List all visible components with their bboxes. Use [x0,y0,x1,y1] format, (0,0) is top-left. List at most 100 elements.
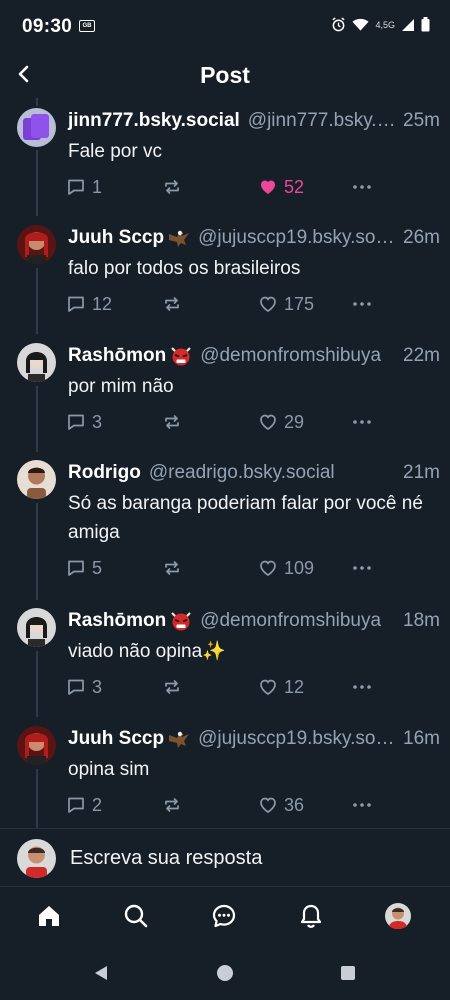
reply-count: 3 [92,411,103,432]
display-name[interactable]: Rashōmon [68,345,166,367]
handle[interactable]: @readrigo.bsky.social [149,462,397,484]
display-name[interactable]: Rashōmon [68,610,166,632]
post-time: 22m [403,345,440,366]
post-time: 25m [403,110,440,131]
avatar[interactable] [17,460,56,499]
avatar[interactable] [17,608,56,647]
more-options-button[interactable] [352,174,372,200]
more-options-button[interactable] [352,555,372,581]
repost-button[interactable] [162,409,182,435]
nav-notifications[interactable] [296,901,326,931]
like-count: 12 [284,676,305,697]
like-button[interactable]: 109 [258,555,314,581]
thread: jinn777.bsky.social @jinn777.bsky.social… [0,98,450,828]
gb-icon: GB [79,20,95,32]
post-text: falo por todos os brasileiros [68,258,301,279]
status-bar: 09:30 GB 4,5G [0,0,450,52]
thread-line [36,651,38,717]
back-nav-icon[interactable] [92,964,110,982]
reply-button[interactable]: 1 [66,174,102,200]
repost-button[interactable] [162,674,182,700]
profile-avatar [385,903,411,929]
repost-button[interactable] [162,291,182,317]
reply-button[interactable]: 12 [66,291,112,317]
heart-icon [260,797,276,813]
more-icon [353,185,371,189]
battery-icon [421,17,430,32]
reply-button[interactable]: 2 [66,792,102,818]
repost-icon [165,561,179,575]
display-name[interactable]: Juuh Sccp [68,227,164,249]
reply-input[interactable]: Escreva sua resposta [70,847,262,870]
reply-icon [68,679,84,695]
handle[interactable]: @demonfromshibuya [200,345,397,367]
nav-home[interactable] [34,901,64,931]
thread-line [36,503,38,600]
reply-button[interactable]: 3 [66,409,102,435]
notifications-icon [300,904,322,928]
thread-line [36,150,38,216]
status-time: 09:30 [22,16,73,37]
display-name[interactable]: Juuh Sccp [68,728,164,750]
nav-profile[interactable] [383,901,413,931]
avatar[interactable] [17,343,56,382]
reply-button[interactable]: 5 [66,555,102,581]
eagle-emoji [168,729,190,749]
avatar[interactable] [17,225,56,264]
like-button[interactable]: 29 [258,409,304,435]
post-actions: 3 29 [66,409,396,435]
repost-icon [165,297,179,311]
like-count: 52 [284,176,305,197]
post-actions: 3 12 [66,674,396,700]
post-time: 16m [403,728,440,749]
like-button[interactable]: 175 [258,291,314,317]
more-options-button[interactable] [352,291,372,317]
like-count: 175 [284,293,315,314]
repost-button[interactable] [162,174,182,200]
nav-chat[interactable] [209,901,239,931]
like-button[interactable]: 52 [258,174,304,200]
more-options-button[interactable] [352,674,372,700]
reply-count: 12 [92,293,113,314]
thread-line [36,769,38,828]
post-text: Fale por vc [68,141,162,162]
like-button[interactable]: 36 [258,792,304,818]
reply-icon [68,296,84,312]
search-icon [124,904,148,928]
avatar[interactable] [17,726,56,765]
repost-button[interactable] [162,555,182,581]
nav-search[interactable] [121,901,151,931]
avatar[interactable] [17,108,56,147]
reply-icon [68,560,84,576]
handle[interactable]: @demonfromshibuya [200,610,397,632]
repost-button[interactable] [162,792,182,818]
reply-count: 5 [92,557,103,578]
reply-button[interactable]: 3 [66,674,102,700]
like-count: 29 [284,411,305,432]
reply-composer[interactable]: Escreva sua resposta [0,828,450,887]
post-actions: 2 36 [66,792,396,818]
like-button[interactable]: 12 [258,674,304,700]
post-time: 18m [403,610,440,631]
reply-icon [68,179,84,195]
recents-nav-icon[interactable] [340,965,356,981]
home-nav-icon[interactable] [216,964,234,982]
post-text: por mim não [68,376,174,397]
more-options-button[interactable] [352,409,372,435]
display-name[interactable]: Rodrigo [68,462,141,484]
more-options-button[interactable] [352,792,372,818]
chat-icon [212,904,236,928]
handle[interactable]: @jinn777.bsky.social [248,110,397,132]
signal-icon [402,18,414,31]
home-icon [39,906,59,926]
heart-icon [260,679,276,695]
handle[interactable]: @jujusccp19.bsky.social [198,728,397,750]
display-name[interactable]: jinn777.bsky.social [68,110,240,132]
post-actions: 12 175 [66,291,396,317]
alarm-icon [332,17,346,32]
post-header: Post [0,52,450,98]
reply-icon [68,414,84,430]
post-actions: 5 109 [66,555,396,581]
more-icon [353,685,371,689]
handle[interactable]: @jujusccp19.bsky.social [198,227,397,249]
